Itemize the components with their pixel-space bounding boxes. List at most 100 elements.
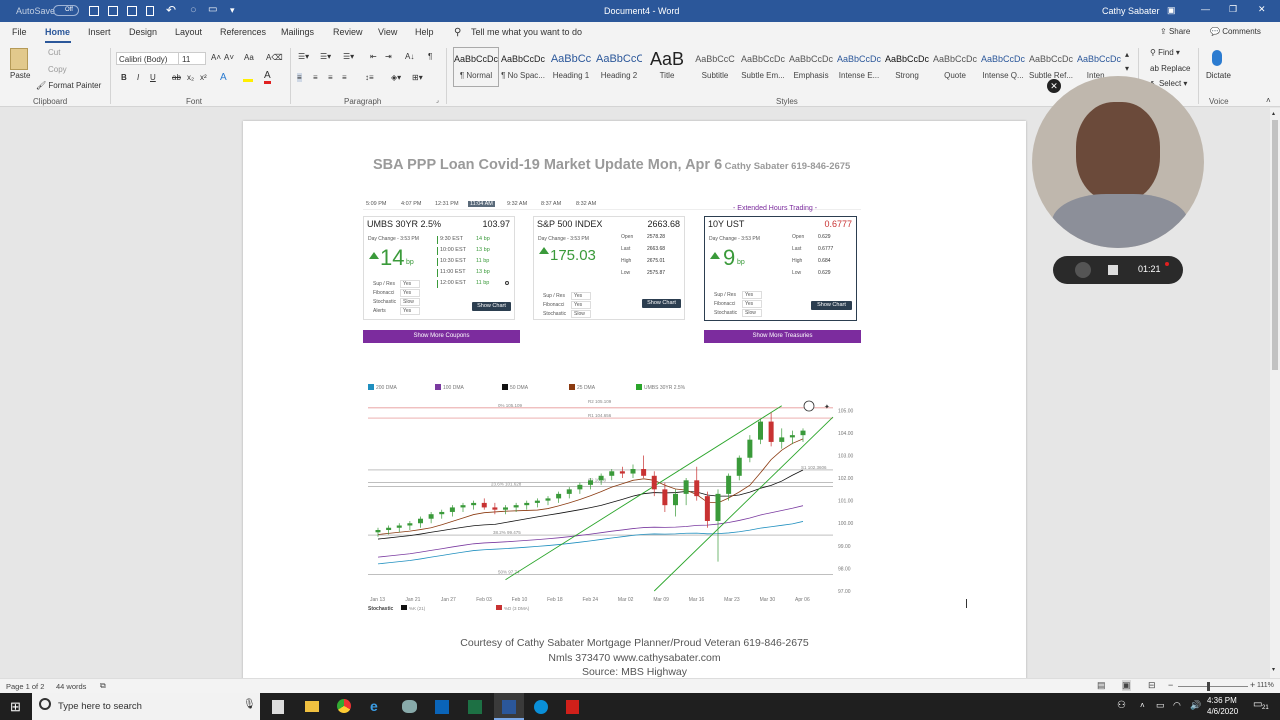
- shrink-font-icon[interactable]: A˅: [224, 53, 234, 62]
- time-option[interactable]: 11:04 AM: [468, 201, 495, 207]
- style-tile[interactable]: AaBbCcC Heading 2: [596, 47, 642, 87]
- show-more-treasuries-button[interactable]: Show More Treasuries: [704, 330, 861, 343]
- line-spacing-icon[interactable]: ↕≡: [365, 73, 374, 82]
- style-tile[interactable]: AaBbCcDc Intense Q...: [980, 47, 1026, 87]
- tab-review[interactable]: Review: [333, 27, 363, 37]
- zoom-thumb[interactable]: [1207, 682, 1210, 691]
- excel-icon[interactable]: [468, 700, 482, 714]
- highlight-icon[interactable]: [243, 73, 253, 82]
- new-doc-icon[interactable]: [146, 6, 154, 16]
- page-count[interactable]: Page 1 of 2: [6, 682, 44, 691]
- grow-font-icon[interactable]: A˄: [211, 53, 221, 62]
- indicator-value[interactable]: Yes: [742, 291, 762, 299]
- style-tile[interactable]: AaBbCcDc ¶ No Spac...: [500, 47, 546, 87]
- tab-view[interactable]: View: [378, 27, 397, 37]
- format-icon[interactable]: [127, 6, 137, 16]
- cut-button[interactable]: Cut: [48, 48, 60, 57]
- dictate-button[interactable]: Dictate: [1206, 71, 1231, 80]
- indicator-value[interactable]: Yes: [400, 280, 420, 288]
- umbs-show-chart-button[interactable]: Show Chart: [472, 302, 511, 311]
- tab-design[interactable]: Design: [129, 27, 157, 37]
- edge-icon[interactable]: e: [370, 698, 378, 714]
- tab-file[interactable]: File: [12, 27, 27, 37]
- document-page[interactable]: SBA PPP Loan Covid-19 Market Update Mon,…: [243, 121, 1026, 678]
- open-icon[interactable]: ▭: [208, 4, 217, 15]
- borders-icon[interactable]: ⊞▾: [412, 73, 423, 82]
- network-icon[interactable]: ▭: [1156, 700, 1165, 711]
- indicator-value[interactable]: Yes: [400, 289, 420, 297]
- read-mode-icon[interactable]: ▤: [1097, 680, 1106, 691]
- find-button[interactable]: ⚲ Find ▾: [1150, 48, 1180, 57]
- scroll-up-icon[interactable]: ▴: [1272, 110, 1275, 117]
- skype-icon[interactable]: [534, 700, 548, 714]
- stop-icon[interactable]: [1108, 265, 1118, 275]
- tray-chevron-icon[interactable]: ˄: [1140, 701, 1145, 710]
- collapse-ribbon-icon[interactable]: ˄: [1266, 96, 1271, 105]
- style-tile[interactable]: AaBbCcC Subtitle: [692, 47, 738, 87]
- user-icon[interactable]: [1075, 262, 1091, 278]
- vertical-scrollbar[interactable]: ▴ ▾: [1270, 108, 1280, 678]
- styles-scroll-down-icon[interactable]: ▾: [1125, 64, 1129, 73]
- tab-references[interactable]: References: [220, 27, 266, 37]
- indicator-value[interactable]: Yes: [400, 307, 420, 315]
- change-case-icon[interactable]: Aa: [244, 53, 254, 62]
- redo-icon[interactable]: ○: [190, 4, 197, 16]
- tab-insert[interactable]: Insert: [88, 27, 111, 37]
- customize-qat-icon[interactable]: ▾: [230, 5, 235, 16]
- style-tile[interactable]: AaBbCcDc Strong: [884, 47, 930, 87]
- styles-scroll-up-icon[interactable]: ▴: [1125, 50, 1129, 59]
- font-size-select[interactable]: 11: [178, 52, 206, 65]
- ust-show-chart-button[interactable]: Show Chart: [811, 301, 852, 310]
- sp500-show-chart-button[interactable]: Show Chart: [642, 299, 681, 308]
- justify-icon[interactable]: ≡: [342, 73, 347, 82]
- zoom-in-icon[interactable]: +: [1250, 680, 1255, 690]
- time-option[interactable]: 4:07 PM: [401, 201, 421, 207]
- calculator-icon[interactable]: [272, 700, 284, 714]
- multilevel-icon[interactable]: ☰▾: [343, 52, 354, 61]
- comments-button[interactable]: 💬 Comments: [1210, 27, 1261, 36]
- windows-start-icon[interactable]: ⊞: [10, 699, 21, 715]
- check-icon[interactable]: [108, 6, 118, 16]
- taskbar-date[interactable]: 4/6/2020: [1207, 707, 1238, 716]
- file-explorer-icon[interactable]: [305, 701, 319, 712]
- indicator-value[interactable]: Slow: [742, 309, 762, 317]
- people-icon[interactable]: ⚇: [1117, 700, 1126, 711]
- decrease-indent-icon[interactable]: ⇤: [370, 52, 377, 61]
- outlook-icon[interactable]: [435, 700, 449, 714]
- strikethrough-icon[interactable]: ab: [172, 73, 181, 82]
- tab-home[interactable]: Home: [45, 27, 70, 37]
- print-layout-icon[interactable]: ▣: [1122, 680, 1131, 691]
- bold-icon[interactable]: B: [121, 73, 127, 82]
- acrobat-icon[interactable]: [566, 700, 579, 714]
- web-layout-icon[interactable]: ⊟: [1148, 680, 1156, 691]
- scroll-down-icon[interactable]: ▾: [1272, 666, 1275, 673]
- microphone-icon[interactable]: [1212, 50, 1222, 66]
- copy-button[interactable]: Copy: [48, 65, 67, 74]
- superscript-icon[interactable]: x²: [200, 73, 207, 82]
- sort-icon[interactable]: A↓: [405, 52, 414, 61]
- undo-icon[interactable]: ↶: [166, 3, 176, 17]
- replace-button[interactable]: ab Replace: [1150, 64, 1190, 73]
- style-tile[interactable]: AaBbCcDc Quote: [932, 47, 978, 87]
- style-tile[interactable]: AaB Title: [644, 47, 690, 87]
- word-count[interactable]: 44 words: [56, 682, 86, 691]
- paragraph-launcher-icon[interactable]: ⌟: [436, 97, 439, 104]
- text-effects-icon[interactable]: A: [220, 72, 227, 83]
- tab-mailings[interactable]: Mailings: [281, 27, 314, 37]
- style-tile[interactable]: AaBbCcDc Emphasis: [788, 47, 834, 87]
- chrome-icon[interactable]: [337, 699, 351, 713]
- indicator-value[interactable]: Yes: [571, 292, 591, 300]
- underline-icon[interactable]: U: [150, 73, 156, 82]
- time-option[interactable]: 8:32 AM: [576, 201, 596, 207]
- zoom-level[interactable]: 111%: [1257, 682, 1274, 689]
- style-tile[interactable]: AaBbCc Heading 1: [548, 47, 594, 87]
- font-color-icon[interactable]: A: [264, 71, 271, 84]
- zoom-out-icon[interactable]: −: [1168, 680, 1173, 690]
- bullets-icon[interactable]: ☰▾: [298, 52, 309, 61]
- show-marks-icon[interactable]: ¶: [428, 52, 432, 61]
- zoom-slider[interactable]: [1178, 686, 1248, 687]
- save-icon[interactable]: [89, 6, 99, 16]
- wifi-icon[interactable]: ◠: [1173, 700, 1181, 711]
- time-option[interactable]: 9:32 AM: [507, 201, 527, 207]
- time-option[interactable]: 8:37 AM: [541, 201, 561, 207]
